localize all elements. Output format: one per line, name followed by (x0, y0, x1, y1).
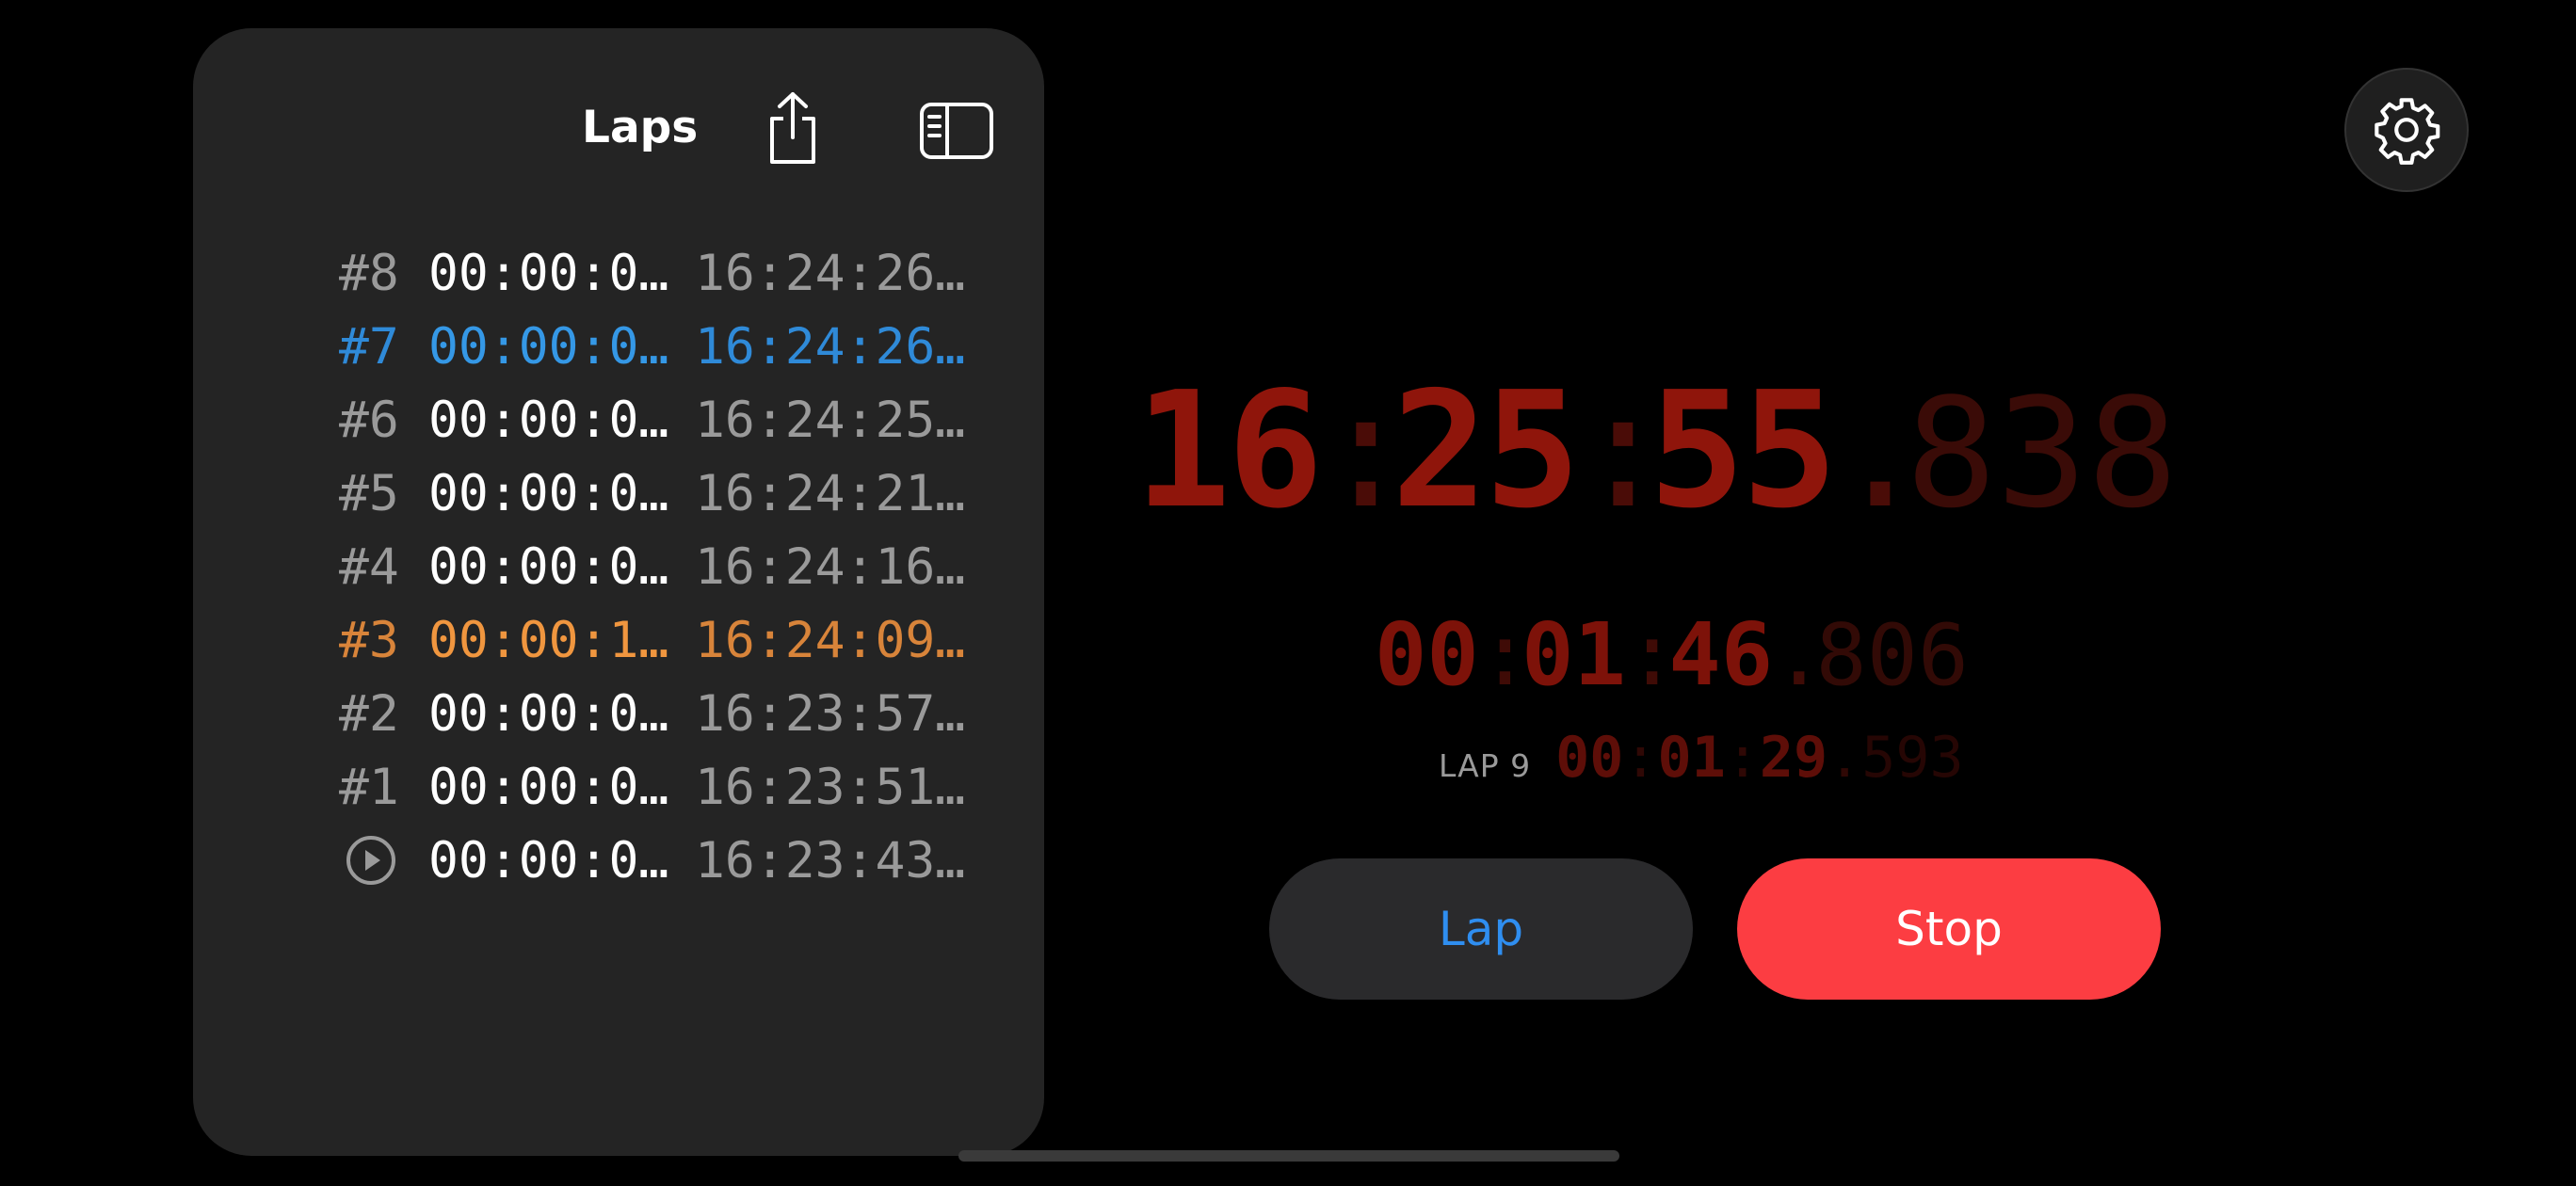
lap-timestamp: 16:24:25… (695, 391, 966, 449)
lap-timestamp: 16:23:51… (695, 758, 966, 816)
panel-title: Laps (582, 102, 699, 153)
lap-row[interactable]: #8 00:00:0… 16:24:26… (339, 240, 968, 306)
lap-number: #1 (339, 758, 399, 816)
stop-button[interactable]: Stop (1737, 858, 2161, 1000)
clock-hours: 16 (1135, 358, 1324, 544)
total-seconds: 46 (1668, 604, 1774, 705)
lap-duration: 00:00:0… (428, 537, 669, 596)
total-hours: 00 (1375, 604, 1479, 705)
clock-milliseconds: 838 (1906, 365, 2179, 541)
settings-button[interactable] (2344, 68, 2469, 192)
home-indicator[interactable] (958, 1150, 1619, 1162)
play-circle-icon (346, 836, 395, 885)
lap-duration: 00:00:0… (428, 244, 669, 302)
clock-separator: : (1317, 358, 1414, 544)
lap-duration: 00:00:0… (428, 831, 669, 890)
lap-number: #8 (339, 244, 399, 302)
clock-separator: : (1574, 358, 1671, 544)
clock-seconds: 55 (1649, 358, 1838, 544)
total-minutes: 01 (1521, 604, 1626, 705)
elapsed-total-time: 00 : 01 : 46 . 806 (1375, 604, 1969, 705)
share-button[interactable] (763, 90, 823, 166)
lap-timestamp: 16:24:16… (695, 537, 966, 596)
lap-duration: 00:00:0… (428, 464, 669, 522)
lap-row[interactable]: #2 00:00:0… 16:23:57… (339, 681, 968, 746)
lap-timestamp: 16:23:57… (695, 684, 966, 743)
lap-number: #6 (339, 391, 399, 449)
time-of-day-clock: 16 : 25 : 55 . 838 (1135, 358, 2178, 544)
current-lap-time: LAP 9 00 : 01 : 29 . 593 (1439, 725, 1964, 791)
lap-duration: 00:00:0… (428, 391, 669, 449)
lap-seconds: 29 (1759, 725, 1828, 791)
lap-row[interactable]: #6 00:00:0… 16:24:25… (339, 387, 968, 453)
lap-number: #2 (339, 684, 399, 743)
lap-minutes: 01 (1657, 725, 1726, 791)
lap-timestamp: 16:24:09… (695, 611, 966, 669)
lap-number (339, 834, 428, 887)
lap-row[interactable]: #7 00:00:0… 16:24:26… (339, 313, 968, 379)
lap-duration: 00:00:1… (428, 611, 669, 669)
lap-duration: 00:00:0… (428, 758, 669, 816)
gear-icon (2375, 98, 2440, 165)
lap-number: #4 (339, 537, 399, 596)
share-icon (770, 92, 815, 164)
total-separator: : (1625, 604, 1678, 705)
total-milliseconds: 806 (1815, 606, 1970, 705)
lap-decimal-point: . (1827, 725, 1862, 791)
lap-row[interactable]: #5 00:00:0… 16:24:21… (339, 460, 968, 526)
total-separator: : (1478, 604, 1531, 705)
lap-row-start[interactable]: 00:00:0… 16:23:43… (339, 827, 968, 893)
lap-timestamp: 16:24:21… (695, 464, 966, 522)
lap-separator: : (1725, 725, 1760, 791)
clock-minutes: 25 (1392, 358, 1581, 544)
lap-row[interactable]: #1 00:00:0… 16:23:51… (339, 754, 968, 820)
lap-hours: 00 (1555, 725, 1624, 791)
sidebar-toggle-button[interactable] (919, 102, 994, 160)
lap-button[interactable]: Lap (1269, 858, 1693, 1000)
lap-milliseconds: 593 (1861, 725, 1964, 791)
lap-timestamp: 16:23:43… (695, 831, 966, 890)
clock-decimal-point: . (1831, 358, 1928, 544)
lap-number: #7 (339, 317, 399, 376)
lap-timestamp: 16:24:26… (695, 317, 966, 376)
total-decimal-point: . (1773, 604, 1825, 705)
lap-row[interactable]: #4 00:00:0… 16:24:16… (339, 534, 968, 600)
lap-duration: 00:00:0… (428, 317, 669, 376)
lap-number: #3 (339, 611, 399, 669)
lap-number: #5 (339, 464, 399, 522)
sidebar-icon (920, 103, 993, 159)
lap-separator: : (1623, 725, 1658, 791)
lap-row[interactable]: #3 00:00:1… 16:24:09… (339, 607, 968, 673)
current-lap-label: LAP 9 (1439, 747, 1532, 784)
lap-duration: 00:00:0… (428, 684, 669, 743)
lap-timestamp: 16:24:26… (695, 244, 966, 302)
